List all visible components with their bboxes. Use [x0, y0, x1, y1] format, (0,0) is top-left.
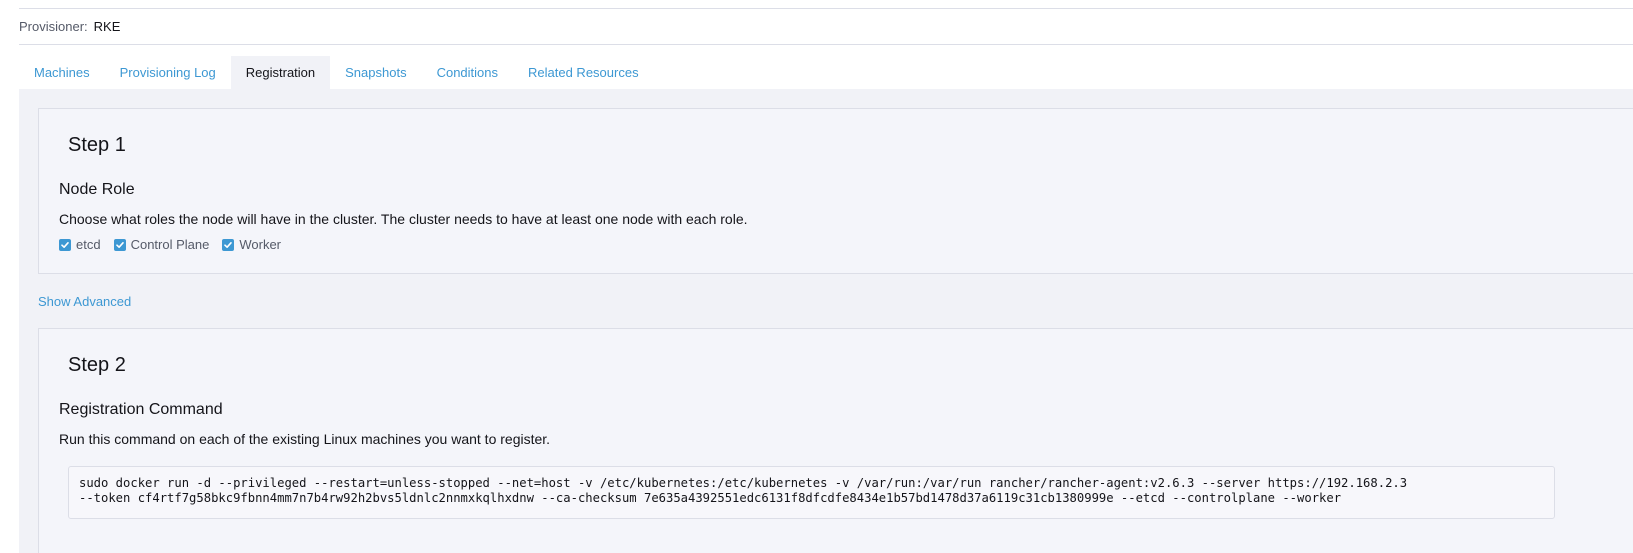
- registration-tab-panel: Step 1 Node Role Choose what roles the n…: [19, 89, 1633, 553]
- step1-card: Step 1 Node Role Choose what roles the n…: [38, 108, 1633, 274]
- step2-card: Step 2 Registration Command Run this com…: [38, 328, 1633, 553]
- registration-command-description: Run this command on each of the existing…: [59, 431, 551, 447]
- provisioner-label: Provisioner:: [19, 19, 88, 34]
- role-worker-checkbox[interactable]: Worker: [222, 236, 281, 254]
- cluster-detail-page: Provisioner: RKE Machines Provisioning Lo…: [0, 0, 1633, 553]
- role-worker-label: Worker: [239, 237, 282, 252]
- tab-provisioning-log[interactable]: Provisioning Log: [105, 56, 231, 89]
- role-control-plane-label: Control Plane: [130, 237, 210, 252]
- role-etcd-label: etcd: [76, 237, 101, 252]
- node-role-description: Choose what roles the node will have in …: [59, 211, 748, 227]
- node-role-heading: Node Role: [59, 181, 135, 198]
- provisioner-row: Provisioner: RKE: [19, 18, 120, 36]
- step1-title: Step 1: [68, 134, 126, 156]
- node-role-checkboxes: etcd Control Plane Worker: [59, 236, 294, 254]
- tab-bar: Machines Provisioning Log Registration S…: [19, 56, 654, 89]
- tab-snapshots[interactable]: Snapshots: [330, 56, 421, 89]
- role-control-plane-checkbox[interactable]: Control Plane: [113, 236, 210, 254]
- provisioner-value: RKE: [93, 19, 121, 34]
- command-line: --token cf4rtf7g58bkc9fbnn4mm7n7b4rw92h2…: [79, 491, 1342, 505]
- role-etcd-checkbox[interactable]: etcd: [59, 236, 101, 254]
- tab-machines[interactable]: Machines: [19, 56, 105, 89]
- tab-related-resources[interactable]: Related Resources: [513, 56, 654, 89]
- tab-registration[interactable]: Registration: [230, 56, 331, 89]
- divider: [19, 8, 1633, 9]
- check-icon: [222, 239, 235, 251]
- step2-title: Step 2: [68, 354, 126, 376]
- registration-command-code[interactable]: sudo docker run -d --privileged --restar…: [68, 466, 1555, 519]
- tab-conditions[interactable]: Conditions: [422, 56, 513, 89]
- check-icon: [113, 239, 126, 251]
- command-line: sudo docker run -d --privileged --restar…: [79, 476, 1408, 490]
- registration-command-heading: Registration Command: [59, 401, 223, 418]
- check-icon: [59, 239, 71, 251]
- divider: [19, 44, 1633, 45]
- show-advanced-link[interactable]: Show Advanced: [38, 293, 131, 311]
